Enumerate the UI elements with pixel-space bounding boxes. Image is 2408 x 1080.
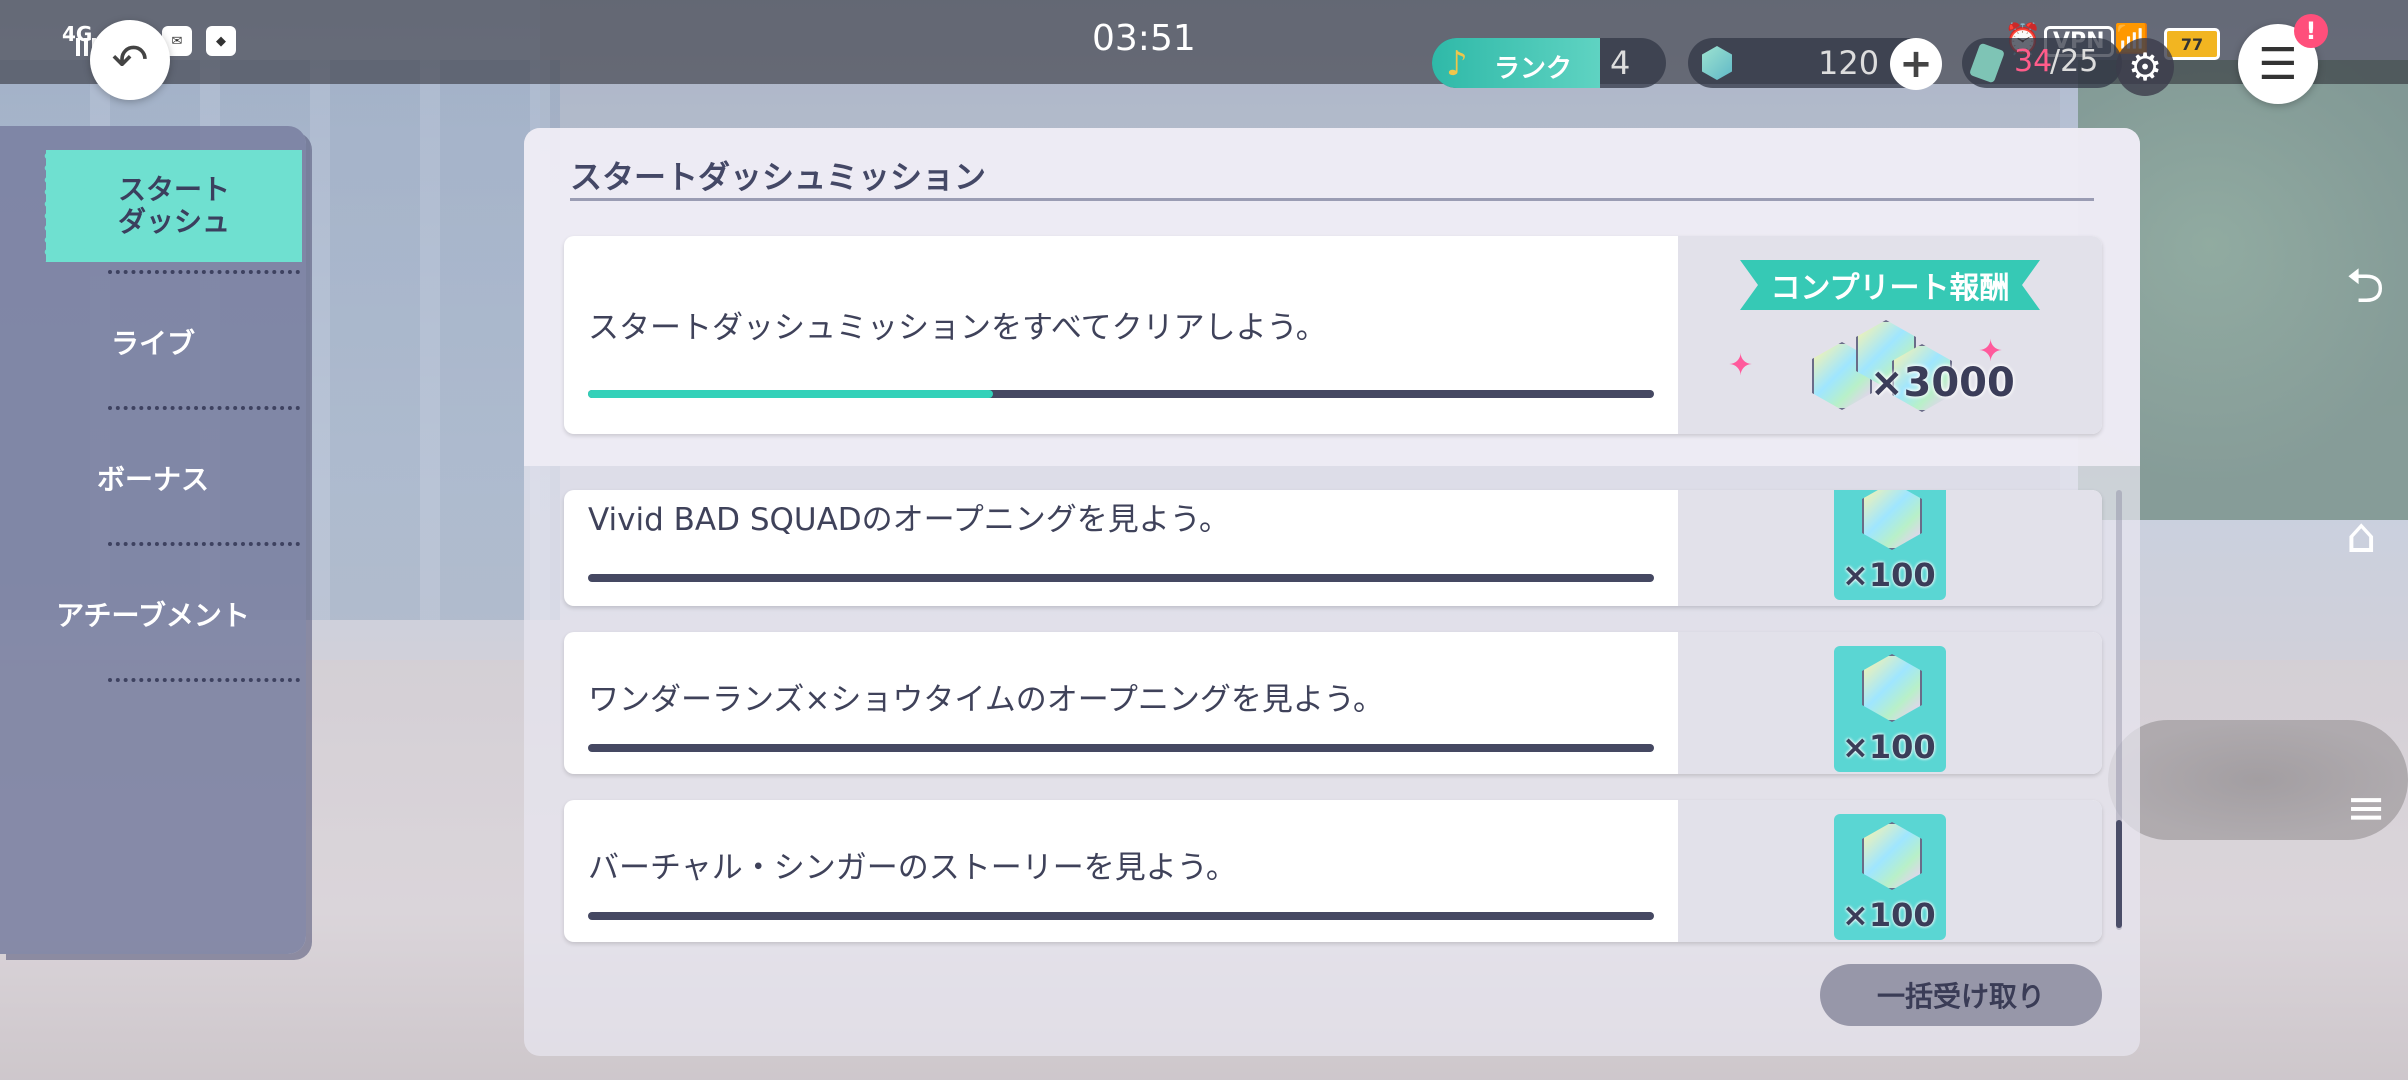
mission-reward: ×100 [1678, 490, 2102, 606]
tab-live[interactable]: ライブ [0, 322, 306, 362]
tab-achievement-label: アチーブメント [56, 599, 250, 632]
mission-row[interactable]: Vivid BAD SQUADのオープニングを見よう。 ×100 [564, 490, 2102, 606]
app-notification-icon: ◆ [206, 26, 236, 56]
back-button[interactable]: ↶ [90, 20, 170, 100]
mission-text: Vivid BAD SQUADのオープニングを見よう。 [588, 502, 1230, 538]
add-gems-button[interactable]: + [1890, 38, 1942, 90]
mission-row[interactable]: ワンダーランズ×ショウタイムのオープニングを見よう。 ×100 [564, 632, 2102, 774]
tab-start-dash-label: スタート ダッシュ [117, 173, 230, 238]
complete-reward-qty: ×3000 [1870, 360, 2015, 406]
tab-bonus[interactable]: ボーナス [0, 458, 306, 498]
tab-bonus-label: ボーナス [96, 463, 209, 496]
complete-reward-banner: コンプリート報酬 [1740, 260, 2040, 310]
mission-category-sidebar: スタート ダッシュ ライブ ボーナス アチーブメント [0, 126, 306, 954]
mission-reward: ×100 [1678, 632, 2102, 774]
mission-row[interactable]: バーチャル・シンガーのストーリーを見よう。 ×100 [564, 800, 2102, 942]
gem-count: 120 [1818, 44, 1880, 82]
back-arrow-icon: ↶ [111, 34, 149, 86]
reward-tile: ×100 [1834, 814, 1946, 940]
reward-tile: ×100 [1834, 646, 1946, 772]
progress-bar [588, 574, 1654, 582]
crystal-icon [1862, 654, 1922, 722]
divider [108, 406, 300, 410]
title-underline [570, 198, 2094, 201]
progress-bar [588, 390, 1654, 398]
divider [108, 270, 300, 274]
mission-reward: ×100 [1678, 800, 2102, 942]
divider [108, 542, 300, 546]
battery-icon: 77 [2164, 28, 2220, 60]
plus-icon: + [1899, 41, 1933, 87]
crystal-icon [1862, 822, 1922, 890]
gem-icon [1702, 46, 1732, 80]
scrollbar[interactable] [2116, 490, 2122, 930]
panel-title: スタートダッシュミッション [570, 158, 987, 196]
notification-badge: ! [2294, 14, 2328, 48]
rank-label: ランク [1494, 54, 1573, 84]
stamina-bottle-icon [1968, 42, 2006, 84]
clock: 03:51 [1092, 18, 1196, 59]
tab-start-dash[interactable]: スタート ダッシュ [42, 150, 302, 262]
mission-text: バーチャル・シンガーのストーリーを見よう。 [588, 850, 1237, 886]
tab-live-label: ライブ [110, 327, 195, 360]
tab-achievement[interactable]: アチーブメント [0, 594, 306, 634]
settings-button[interactable]: ⚙ [2116, 38, 2174, 96]
claim-all-button[interactable]: 一括受け取り [1820, 964, 2102, 1026]
rank-display: ♪ ランク 4 [1432, 38, 1666, 88]
divider [108, 678, 300, 682]
nav-recents-icon[interactable]: ≡ [2346, 780, 2386, 836]
stamina-max: /25 [2050, 44, 2099, 79]
reward-tile: ×100 [1834, 490, 1946, 600]
mission-text: ワンダーランズ×ショウタイムのオープニングを見よう。 [588, 682, 1385, 718]
complete-reward: コンプリート報酬 ✦ ✦ ×3000 [1678, 236, 2102, 434]
stamina-current: 34 [2014, 44, 2053, 79]
complete-mission-card[interactable]: スタートダッシュミッションをすべてクリアしよう。 コンプリート報酬 ✦ ✦ ×3… [564, 236, 2102, 434]
crystal-icon [1862, 490, 1922, 550]
active-tab-dots [42, 150, 94, 262]
nav-back-icon[interactable]: ⮌ [2346, 252, 2384, 333]
progress-bar [588, 744, 1654, 752]
sparkle-icon: ✦ [1728, 348, 1754, 383]
stamina-display: 34 /25 [1962, 38, 2122, 88]
reward-qty: ×100 [1842, 556, 1936, 594]
reward-qty: ×100 [1842, 728, 1936, 766]
progress-fill [588, 390, 994, 398]
music-note-icon: ♪ [1446, 44, 1468, 84]
gear-icon: ⚙ [2127, 45, 2163, 89]
hamburger-icon: ☰ [2258, 38, 2298, 90]
rank-value: 4 [1610, 44, 1631, 82]
scrollbar-thumb[interactable] [2116, 820, 2122, 928]
nav-home-icon[interactable]: ⌂ [2346, 508, 2376, 564]
mission-text: スタートダッシュミッションをすべてクリアしよう。 [588, 310, 1327, 346]
mission-panel: スタートダッシュミッション スタートダッシュミッションをすべてクリアしよう。 コ… [524, 128, 2140, 1056]
progress-bar [588, 912, 1654, 920]
reward-qty: ×100 [1842, 896, 1936, 934]
